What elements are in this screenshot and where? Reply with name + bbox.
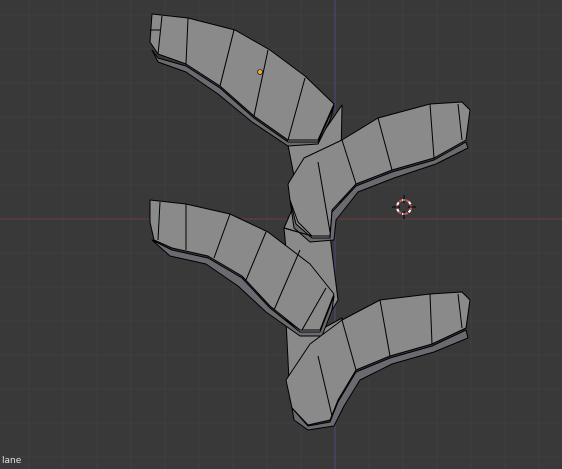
viewport-canvas[interactable] <box>0 0 562 469</box>
3d-cursor-icon[interactable] <box>392 195 416 219</box>
active-object-name: lane <box>2 456 22 466</box>
object-origin-icon[interactable] <box>257 69 263 75</box>
mesh-object[interactable] <box>149 13 471 431</box>
3d-viewport[interactable]: lane <box>0 0 562 469</box>
